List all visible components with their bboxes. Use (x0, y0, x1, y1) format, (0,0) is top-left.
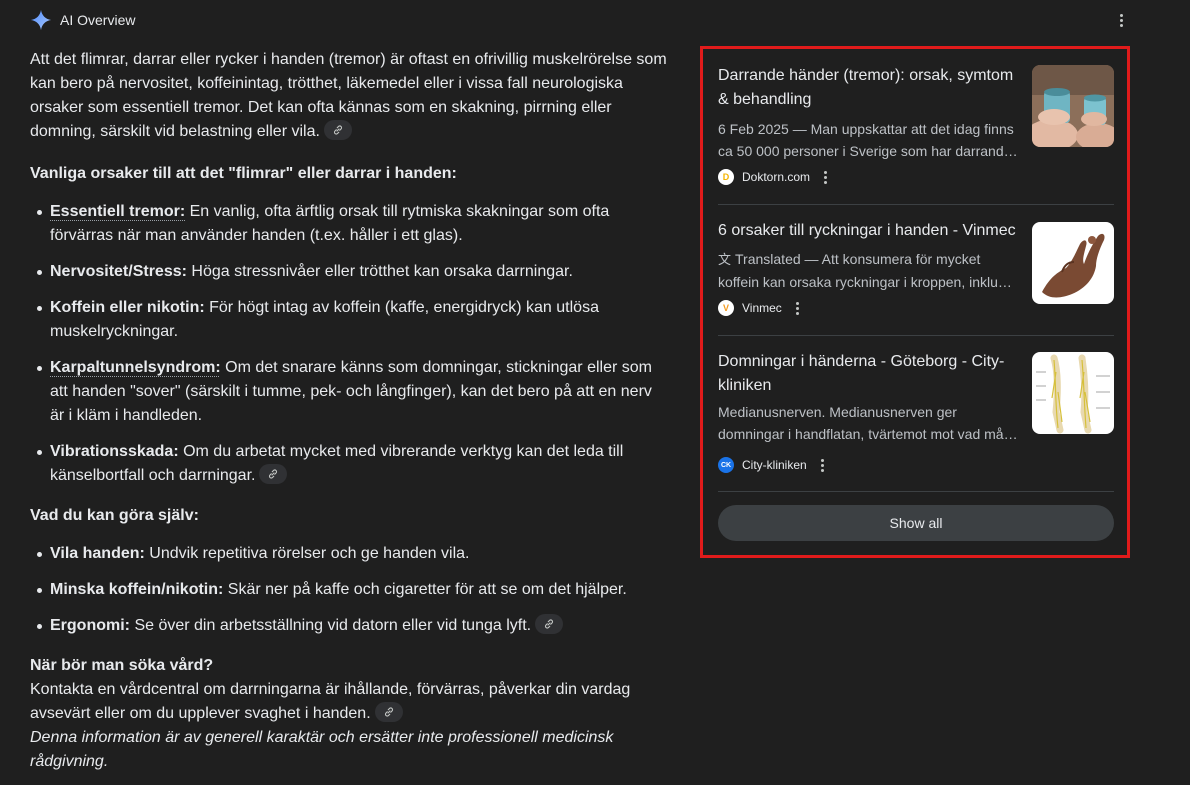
sources-panel: Darrande händer (tremor): orsak, symtom … (700, 46, 1130, 558)
list-item: Vibrationsskada: Om du arbetat mycket me… (37, 440, 670, 488)
citation-link-button[interactable] (323, 119, 352, 140)
more-vert-icon (1119, 13, 1123, 27)
source-card[interactable]: 6 orsaker till ryckningar i handen - Vin… (718, 219, 1114, 336)
list-text: Undvik repetitiva rörelser och ge handen… (144, 545, 470, 562)
list-item: Karpaltunnelsyndrom: Om det snarare känn… (37, 356, 670, 428)
causes-heading: Vanliga orsaker till att det "flimrar" e… (30, 165, 457, 182)
source-card[interactable]: Darrande händer (tremor): orsak, symtom … (718, 64, 1114, 205)
source-site[interactable]: D Doktorn.com (718, 169, 828, 185)
translate-icon: 文 (718, 252, 732, 267)
list-text: Se över din arbetsställning vid datorn e… (130, 617, 532, 634)
causes-list: Essentiell tremor: En vanlig, ofta ärftl… (30, 200, 670, 488)
self-care-list: Vila handen: Undvik repetitiva rörelser … (30, 542, 670, 638)
intro-paragraph: Att det flimrar, darrar eller rycker i h… (30, 48, 670, 144)
source-title[interactable]: Domningar i händerna - Göteborg - City-k… (718, 350, 1018, 398)
list-term[interactable]: Essentiell tremor: (50, 203, 185, 220)
ai-overview-header: AI Overview (30, 8, 135, 32)
list-item: Koffein eller nikotin: För högt intag av… (37, 296, 670, 344)
site-name: Doktorn.com (742, 170, 811, 184)
list-item: Essentiell tremor: En vanlig, ofta ärftl… (37, 200, 670, 248)
source-thumbnail[interactable] (1032, 352, 1114, 434)
snippet-line: — Att konsumera för mycket (800, 251, 981, 267)
snippet-line: domningar i handflatan, tvärtemot mot va… (718, 426, 1018, 442)
translated-label: Translated (735, 251, 801, 267)
source-title[interactable]: 6 orsaker till ryckningar i handen - Vin… (718, 219, 1018, 243)
site-name: Vinmec (742, 301, 782, 315)
source-site[interactable]: CK City-kliniken (718, 457, 824, 473)
care-heading: När bör man söka vård? (30, 657, 214, 674)
list-item: Ergonomi: Se över din arbetsställning vi… (37, 613, 670, 638)
list-term: Nervositet/Stress: (50, 263, 187, 280)
care-paragraph: Kontakta en vårdcentral om darrningarna … (30, 678, 670, 726)
source-site[interactable]: V Vinmec (718, 300, 799, 316)
link-icon (269, 469, 278, 479)
more-vert-icon[interactable] (824, 170, 828, 184)
link-icon (545, 619, 554, 629)
more-vert-icon[interactable] (820, 458, 824, 472)
snippet-line: 6 Feb 2025 — Man uppskattar att det idag… (718, 121, 1014, 137)
more-options-button[interactable] (1112, 10, 1130, 30)
site-name: City-kliniken (742, 458, 807, 472)
source-title[interactable]: Darrande händer (tremor): orsak, symtom … (718, 64, 1018, 112)
list-term: Ergonomi: (50, 617, 130, 634)
source-thumbnail[interactable] (1032, 222, 1114, 304)
source-thumbnail[interactable] (1032, 65, 1114, 147)
citation-link-button[interactable] (259, 463, 288, 484)
disclaimer: Denna information är av generell karaktä… (30, 729, 614, 770)
source-snippet: 文 Translated — Att konsumera för mycket k… (718, 248, 1018, 293)
list-item: Nervositet/Stress: Höga stressnivåer ell… (37, 260, 670, 284)
citation-link-button[interactable] (374, 701, 403, 722)
snippet-line: koffein kan orsaka ryckningar i kroppen,… (718, 274, 1018, 290)
list-term: Koffein eller nikotin: (50, 299, 205, 316)
list-term: Vila handen: (50, 545, 145, 562)
ai-overview-title: AI Overview (60, 12, 136, 28)
overview-content: Att det flimrar, darrar eller rycker i h… (30, 48, 670, 774)
site-favicon: V (718, 300, 734, 316)
source-snippet: Medianusnerven. Medianusnerven ger domni… (718, 401, 1018, 445)
sparkle-icon (30, 9, 52, 31)
source-card[interactable]: Domningar i händerna - Göteborg - City-k… (718, 350, 1114, 492)
source-snippet: 6 Feb 2025 — Man uppskattar att det idag… (718, 118, 1018, 162)
list-item: Minska koffein/nikotin: Skär ner på kaff… (37, 578, 670, 602)
link-icon (384, 707, 393, 717)
list-text: Höga stressnivåer eller trötthet kan ors… (186, 263, 573, 280)
snippet-line: Medianusnerven. Medianusnerven ger (718, 404, 957, 420)
list-text: Skär ner på kaffe och cigaretter för att… (223, 581, 627, 598)
site-favicon: D (718, 169, 734, 185)
citation-link-button[interactable] (535, 613, 564, 634)
list-item: Vila handen: Undvik repetitiva rörelser … (37, 542, 670, 566)
more-vert-icon[interactable] (795, 301, 799, 315)
list-term[interactable]: Karpaltunnelsyndrom: (50, 359, 221, 376)
show-all-button[interactable]: Show all (718, 505, 1114, 541)
site-favicon: CK (718, 457, 734, 473)
self-care-heading: Vad du kan göra själv: (30, 507, 199, 524)
care-text: Kontakta en vårdcentral om darrningarna … (30, 681, 631, 722)
list-term: Minska koffein/nikotin: (50, 581, 224, 598)
link-icon (333, 125, 342, 135)
snippet-line: ca 50 000 personer i Sverige som har dar… (718, 143, 1018, 159)
list-term: Vibrationsskada: (50, 443, 179, 460)
